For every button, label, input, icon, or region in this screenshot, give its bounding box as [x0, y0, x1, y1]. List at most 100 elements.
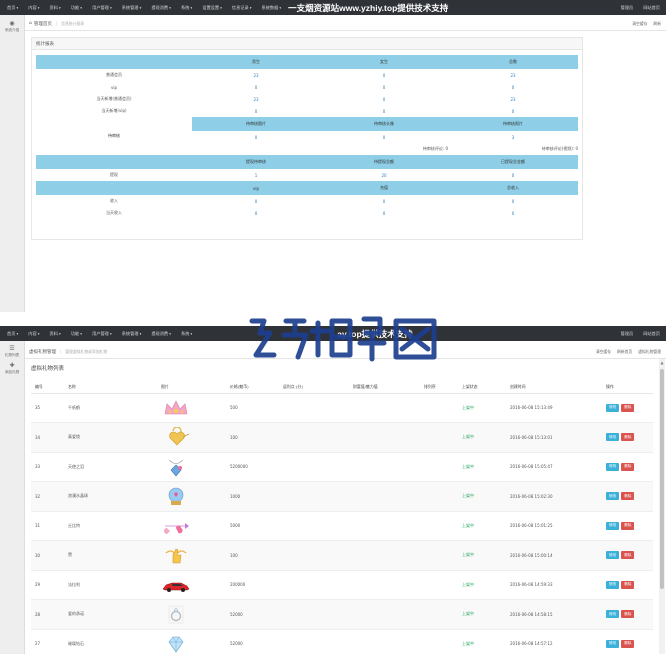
- breadcrumb-home-label: 管理首页: [33, 21, 52, 27]
- clear-cache-link[interactable]: 清空缓存: [596, 349, 611, 355]
- delete-button[interactable]: 删除: [621, 433, 635, 442]
- nav-site-home-link[interactable]: 网站首页: [643, 331, 660, 337]
- stats-value: 0: [382, 72, 386, 78]
- cupid-gift-icon: [164, 522, 189, 534]
- nav-menu-users[interactable]: 用户管理: [87, 331, 117, 337]
- gift-price: 100: [226, 422, 279, 453]
- edit-button[interactable]: 修改: [606, 610, 620, 619]
- sidebar-item-gift-list[interactable]: ☰ 礼物列表: [0, 341, 24, 358]
- sidebar-item-label: 系统介绍: [4, 28, 20, 32]
- pendant-gift-icon: [168, 459, 184, 477]
- stats-header-cell: 待审核照片: [448, 117, 578, 131]
- gift-image-cell: [157, 511, 226, 541]
- gift-id: 31: [31, 511, 64, 541]
- delete-button[interactable]: 删除: [621, 403, 635, 412]
- nav-menu-profile[interactable]: 资料: [45, 331, 66, 337]
- gift-table: 编号 名称 图片 价格(魅币) 返利点 (分) 财富值/魅力值 排列序 上架状态…: [31, 381, 653, 654]
- gift-status: 上架中: [458, 629, 506, 654]
- nav-menu-system[interactable]: 系统: [176, 331, 197, 337]
- delete-button[interactable]: 删除: [621, 462, 635, 471]
- breadcrumb-home[interactable]: ⌂ 管理首页: [29, 21, 52, 27]
- nav-admin-link[interactable]: 管理员: [621, 5, 634, 11]
- nav-menu-functions[interactable]: 功能: [66, 331, 87, 337]
- nav-menu-functions[interactable]: 功能: [66, 5, 87, 11]
- gift-name: 真爱锁: [64, 422, 157, 453]
- scrollbar-thumb[interactable]: [660, 369, 664, 589]
- delete-button[interactable]: 删除: [621, 492, 635, 501]
- delete-button[interactable]: 删除: [621, 610, 635, 619]
- col-header-price: 价格(魅币): [226, 381, 279, 394]
- stats-row: 当天新增(vip) 0 0 0: [36, 105, 578, 117]
- stats-row-label: 普通会员: [106, 72, 122, 77]
- nav-site-home-link[interactable]: 网站首页: [643, 5, 660, 11]
- heart-lock-gift-icon: [169, 427, 190, 446]
- nav-menu-users[interactable]: 用户管理: [87, 5, 117, 11]
- gift-list-title: 虚拟礼物列表: [31, 366, 65, 372]
- vertical-scrollbar[interactable]: ▲: [659, 359, 665, 654]
- nav-menu-withdraw[interactable]: 提现消费: [146, 331, 176, 337]
- nav-menu-settings[interactable]: 设置设置: [197, 5, 227, 11]
- edit-button[interactable]: 修改: [606, 580, 620, 589]
- delete-button[interactable]: 删除: [621, 551, 635, 560]
- gift-id: 28: [31, 599, 64, 630]
- scroll-up-arrow-icon[interactable]: ▲: [659, 360, 665, 365]
- gift-created: 2016-06-08 15:00:14: [506, 540, 602, 571]
- nav-menu-content[interactable]: 内容: [23, 5, 44, 11]
- diamond-gift-icon: [168, 636, 184, 653]
- gift-actions: 修改 删除: [602, 570, 653, 600]
- stats-row-label: 当天新增(普通会员): [96, 96, 132, 101]
- crystal-ball-gift-icon: [168, 487, 184, 506]
- stats-row-label: 待审核: [36, 117, 192, 155]
- nav-menu-data[interactable]: 系统数据: [257, 5, 287, 11]
- gift-image-cell: [157, 422, 226, 453]
- edit-button[interactable]: 修改: [606, 492, 620, 501]
- delete-button[interactable]: 删除: [621, 639, 635, 648]
- col-header-rebate: 返利点 (分): [279, 381, 349, 394]
- gift-id: 35: [31, 393, 64, 423]
- home-icon: ⌂: [29, 21, 32, 26]
- gift-status: 上架中: [458, 540, 506, 571]
- nav-admin-link[interactable]: 管理员: [621, 331, 634, 337]
- stats-pending-header-row: 待审核 待审核图片 待审核头像 待审核照片: [36, 117, 578, 155]
- edit-button[interactable]: 修改: [606, 433, 620, 442]
- sidebar-item-intro[interactable]: ◉ 系统介绍: [0, 15, 24, 33]
- refresh-link[interactable]: 刷新: [653, 21, 661, 27]
- table-row: 35 千纸鹤 500 上架中 2016-06-08 15:13:49 修改 删除: [31, 393, 653, 423]
- edit-button[interactable]: 修改: [606, 639, 620, 648]
- gift-status: 上架中: [458, 481, 506, 512]
- gift-manage-link[interactable]: 虚拟礼物管理: [638, 349, 661, 355]
- crown-gift-icon: [164, 400, 188, 415]
- gift-id: 32: [31, 481, 64, 512]
- nav-menu-home[interactable]: 首页: [2, 331, 23, 337]
- nav-menu-content[interactable]: 内容: [23, 331, 44, 337]
- refresh-home-link[interactable]: 刷新首页: [617, 349, 632, 355]
- edit-button[interactable]: 修改: [606, 521, 620, 530]
- nav-menu-profile[interactable]: 资料: [45, 5, 66, 11]
- stats-row-label: 当天新增(vip): [101, 108, 127, 113]
- gift-name: 赞: [64, 540, 157, 571]
- edit-button[interactable]: 修改: [606, 403, 620, 412]
- nav-menu-system[interactable]: 系统: [176, 5, 197, 11]
- stats-value: 23: [510, 96, 516, 102]
- stats-cell: [36, 55, 192, 69]
- sidebar-item-add-gift[interactable]: ✚ 添加礼物: [0, 358, 24, 375]
- stats-extra-comments: 待审核评论: 0: [422, 146, 448, 151]
- breadcrumb-actions: 清空缓存 刷新: [632, 21, 666, 27]
- edit-button[interactable]: 修改: [606, 551, 620, 560]
- edit-button[interactable]: 修改: [606, 462, 620, 471]
- nav-menu-home[interactable]: 首页: [2, 5, 23, 11]
- breadcrumb-home[interactable]: 虚拟礼物管理: [29, 349, 56, 355]
- thumbs-up-gift-icon: [165, 548, 187, 564]
- delete-button[interactable]: 删除: [621, 521, 635, 530]
- nav-menu-system-manage[interactable]: 系统管理: [117, 5, 147, 11]
- nav-menu-withdraw[interactable]: 提现消费: [146, 5, 176, 11]
- watermark-logo: [249, 316, 437, 362]
- stats-cell: [192, 143, 320, 155]
- gift-created: 2016-06-08 14:57:12: [506, 629, 602, 654]
- stats-value: 0: [511, 108, 515, 114]
- delete-button[interactable]: 删除: [621, 580, 635, 589]
- nav-menu-records[interactable]: 信息记录: [227, 5, 257, 11]
- clear-cache-link[interactable]: 清空缓存: [632, 21, 647, 27]
- col-header-image: 图片: [157, 381, 226, 394]
- nav-menu-system-manage[interactable]: 系统管理: [117, 331, 147, 337]
